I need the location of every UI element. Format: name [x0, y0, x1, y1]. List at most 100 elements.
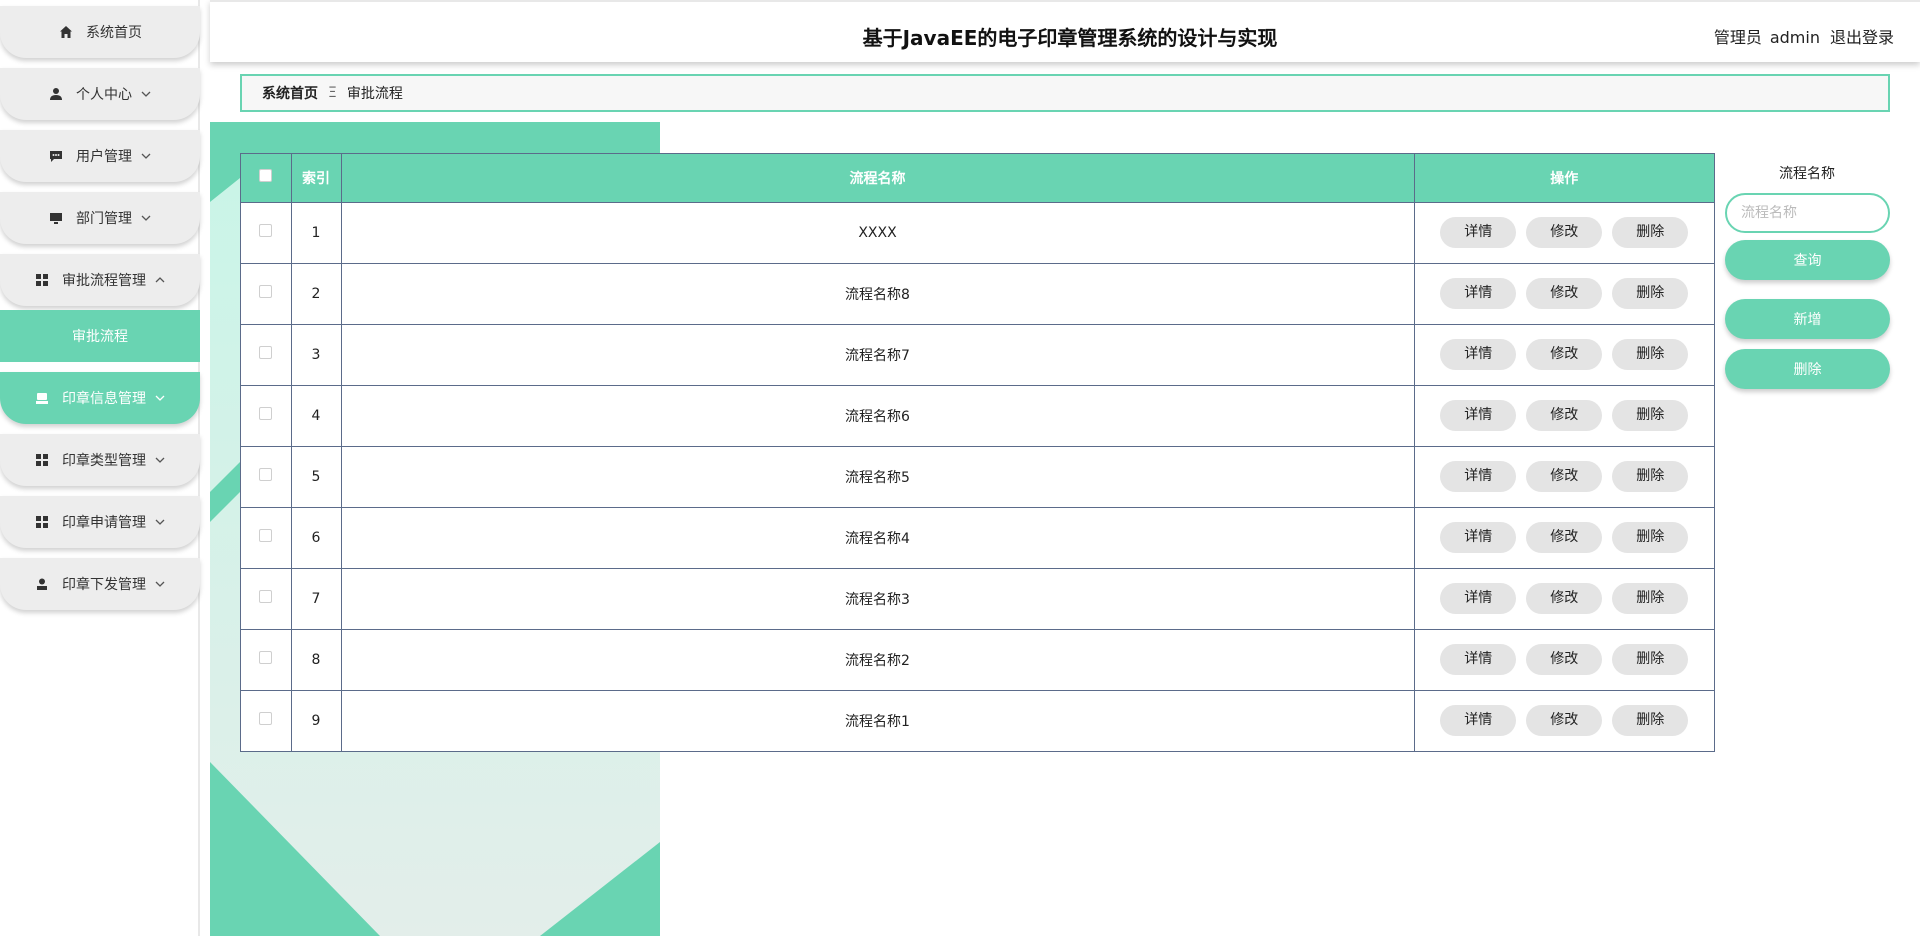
edit-button[interactable]: 修改 — [1526, 522, 1603, 553]
breadcrumb-home[interactable]: 系统首页 — [262, 83, 318, 103]
username: admin — [1769, 28, 1820, 47]
sidebar-item-stamp-info[interactable]: 印章信息管理 — [0, 372, 200, 424]
table-row: 3 流程名称7 详情 修改 删除 — [241, 323, 1714, 385]
user-icon — [48, 86, 64, 102]
add-button[interactable]: 新增 — [1725, 299, 1890, 339]
row-actions: 详情 修改 删除 — [1414, 689, 1714, 751]
row-select-cell — [241, 445, 292, 507]
breadcrumb-separator: Ξ — [328, 85, 337, 101]
edit-button[interactable]: 修改 — [1526, 217, 1603, 248]
row-index: 3 — [291, 323, 342, 385]
grid-icon — [34, 452, 50, 468]
row-index: 2 — [291, 262, 342, 324]
monitor-icon — [48, 210, 64, 226]
row-index: 8 — [291, 628, 342, 690]
delete-button[interactable]: 删除 — [1612, 339, 1689, 370]
row-actions: 详情 修改 删除 — [1414, 323, 1714, 385]
delete-button[interactable]: 删除 — [1612, 400, 1689, 431]
sidebar-item-users[interactable]: 用户管理 — [0, 130, 200, 182]
chevron-down-icon — [140, 212, 152, 224]
row-actions: 详情 修改 删除 — [1414, 445, 1714, 507]
select-all-checkbox[interactable] — [259, 169, 273, 183]
row-index: 7 — [291, 567, 342, 629]
delete-button[interactable]: 删除 — [1612, 583, 1689, 614]
row-checkbox[interactable] — [259, 468, 273, 481]
logout-link[interactable]: 退出登录 — [1830, 28, 1894, 47]
sidebar-item-stamp-distribution[interactable]: 印章下发管理 — [0, 558, 200, 610]
batch-delete-button[interactable]: 删除 — [1725, 349, 1890, 389]
delete-button[interactable]: 删除 — [1612, 278, 1689, 309]
column-header-actions: 操作 — [1550, 170, 1579, 187]
delete-button[interactable]: 删除 — [1612, 217, 1689, 248]
submenu-item-approval[interactable]: 审批流程 — [0, 310, 200, 362]
detail-button[interactable]: 详情 — [1440, 461, 1517, 492]
delete-button[interactable]: 删除 — [1612, 461, 1689, 492]
select-all-cell — [241, 154, 292, 202]
row-checkbox[interactable] — [259, 529, 273, 542]
column-header-index: 索引 — [291, 154, 342, 202]
row-flow-name: 流程名称3 — [341, 567, 1415, 629]
row-actions: 详情 修改 删除 — [1414, 628, 1714, 690]
chat-icon — [48, 148, 64, 164]
sidebar-item-stamp-types[interactable]: 印章类型管理 — [0, 434, 200, 486]
sidebar-item-label: 印章信息管理 — [62, 391, 146, 407]
query-button[interactable]: 查询 — [1725, 240, 1890, 280]
table-row: 1 XXXX 详情 修改 删除 — [241, 201, 1714, 263]
edit-button[interactable]: 修改 — [1526, 705, 1603, 737]
sidebar-item-profile[interactable]: 个人中心 — [0, 68, 200, 120]
row-select-cell — [241, 201, 292, 263]
row-checkbox[interactable] — [259, 407, 273, 420]
row-flow-name: 流程名称8 — [341, 262, 1415, 324]
row-select-cell — [241, 567, 292, 629]
sidebar-item-approval-flow[interactable]: 审批流程管理 — [0, 254, 200, 306]
user-area: 管理员 admin 退出登录 — [1706, 24, 1894, 48]
row-checkbox[interactable] — [259, 346, 273, 359]
edit-button[interactable]: 修改 — [1526, 339, 1603, 370]
detail-button[interactable]: 详情 — [1440, 583, 1517, 614]
sidebar: 系统首页 个人中心 用户管理 部门管理 审批流程管理 审批流程 印章信息管理 印… — [0, 0, 200, 936]
row-checkbox[interactable] — [259, 285, 273, 298]
detail-button[interactable]: 详情 — [1440, 278, 1517, 309]
sidebar-item-stamp-requests[interactable]: 印章申请管理 — [0, 496, 200, 548]
delete-button[interactable]: 删除 — [1612, 705, 1689, 737]
sidebar-item-home[interactable]: 系统首页 — [0, 6, 200, 58]
table-row: 6 流程名称4 详情 修改 删除 — [241, 506, 1714, 568]
detail-button[interactable]: 详情 — [1440, 705, 1517, 737]
chevron-down-icon — [154, 578, 166, 590]
chevron-down-icon — [154, 454, 166, 466]
row-select-cell — [241, 384, 292, 446]
row-select-cell — [241, 628, 292, 690]
sidebar-item-departments[interactable]: 部门管理 — [0, 192, 200, 244]
search-label: 流程名称 — [1779, 166, 1835, 182]
table-row: 5 流程名称5 详情 修改 删除 — [241, 445, 1714, 507]
delete-button[interactable]: 删除 — [1612, 522, 1689, 553]
table-row: 8 流程名称2 详情 修改 删除 — [241, 628, 1714, 690]
row-select-cell — [241, 689, 292, 751]
row-checkbox[interactable] — [259, 651, 273, 664]
table-row: 7 流程名称3 详情 修改 删除 — [241, 567, 1714, 629]
detail-button[interactable]: 详情 — [1440, 522, 1517, 553]
row-checkbox[interactable] — [259, 590, 273, 603]
header: 基于JavaEE的电子印章管理系统的设计与实现 管理员 admin 退出登录 — [210, 0, 1920, 62]
edit-button[interactable]: 修改 — [1526, 644, 1603, 675]
row-checkbox[interactable] — [259, 224, 273, 237]
row-actions: 详情 修改 删除 — [1414, 506, 1714, 568]
detail-button[interactable]: 详情 — [1440, 217, 1517, 248]
detail-button[interactable]: 详情 — [1440, 339, 1517, 370]
row-checkbox[interactable] — [259, 712, 273, 726]
detail-button[interactable]: 详情 — [1440, 400, 1517, 431]
detail-button[interactable]: 详情 — [1440, 644, 1517, 675]
table-row: 2 流程名称8 详情 修改 删除 — [241, 262, 1714, 324]
edit-button[interactable]: 修改 — [1526, 278, 1603, 309]
row-flow-name: 流程名称4 — [341, 506, 1415, 568]
chevron-down-icon — [140, 150, 152, 162]
search-input[interactable] — [1725, 193, 1890, 233]
edit-button[interactable]: 修改 — [1526, 400, 1603, 431]
edit-button[interactable]: 修改 — [1526, 461, 1603, 492]
row-flow-name: 流程名称6 — [341, 384, 1415, 446]
sidebar-item-label: 系统首页 — [86, 25, 142, 41]
sidebar-item-label: 印章申请管理 — [62, 515, 146, 531]
edit-button[interactable]: 修改 — [1526, 583, 1603, 614]
row-index: 6 — [291, 506, 342, 568]
delete-button[interactable]: 删除 — [1612, 644, 1689, 675]
